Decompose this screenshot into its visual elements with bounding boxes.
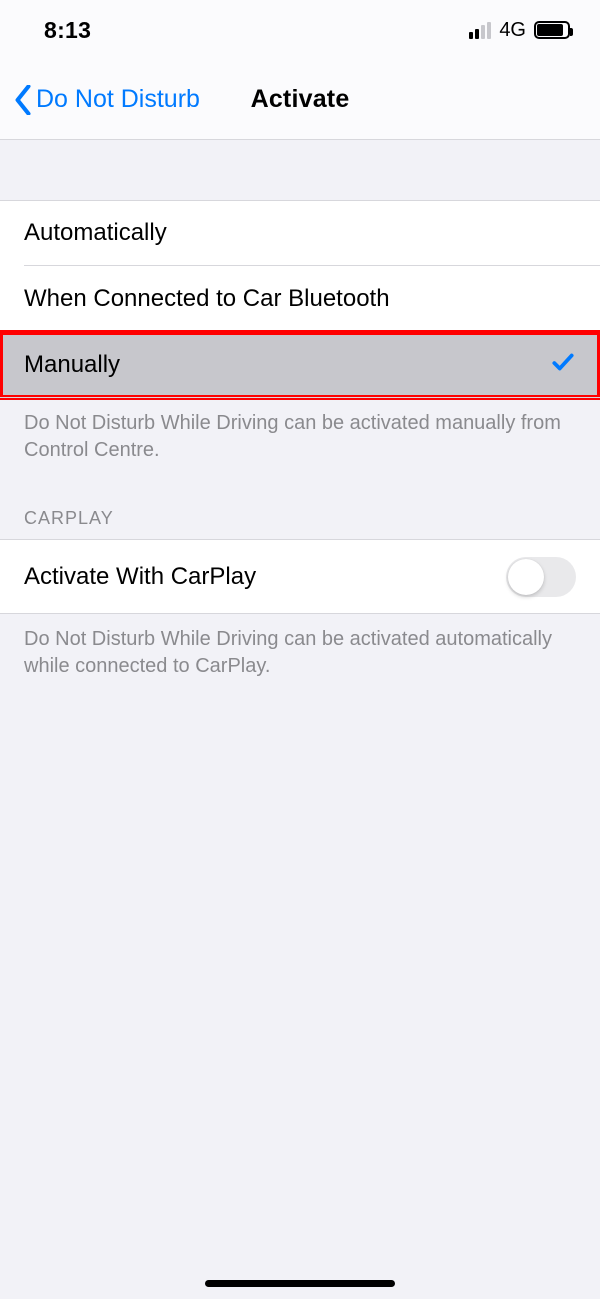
carplay-footer: Do Not Disturb While Driving can be acti…	[0, 614, 600, 710]
carplay-toggle[interactable]	[506, 557, 576, 597]
page-title: Activate	[251, 85, 350, 114]
chevron-left-icon	[14, 85, 32, 115]
activation-footer: Do Not Disturb While Driving can be acti…	[0, 398, 600, 494]
option-label: Manually	[24, 351, 120, 379]
carplay-header: CARPLAY	[0, 494, 600, 539]
back-button[interactable]: Do Not Disturb	[14, 85, 200, 115]
option-automatically[interactable]: Automatically	[0, 200, 600, 266]
status-time: 8:13	[44, 17, 91, 44]
carplay-toggle-label: Activate With CarPlay	[24, 563, 256, 591]
status-bar: 8:13 4G	[0, 0, 600, 60]
navigation-bar: Do Not Disturb Activate	[0, 60, 600, 140]
battery-icon	[534, 21, 570, 39]
carplay-toggle-row: Activate With CarPlay	[0, 539, 600, 614]
network-label: 4G	[499, 19, 526, 42]
home-indicator[interactable]	[205, 1280, 395, 1287]
option-manually[interactable]: Manually	[0, 332, 600, 398]
option-label: Automatically	[24, 219, 167, 247]
status-indicators: 4G	[469, 19, 570, 42]
option-label: When Connected to Car Bluetooth	[24, 285, 390, 313]
checkmark-icon	[550, 349, 576, 382]
cellular-signal-icon	[469, 22, 491, 39]
option-car-bluetooth[interactable]: When Connected to Car Bluetooth	[0, 266, 600, 332]
back-label: Do Not Disturb	[36, 85, 200, 114]
